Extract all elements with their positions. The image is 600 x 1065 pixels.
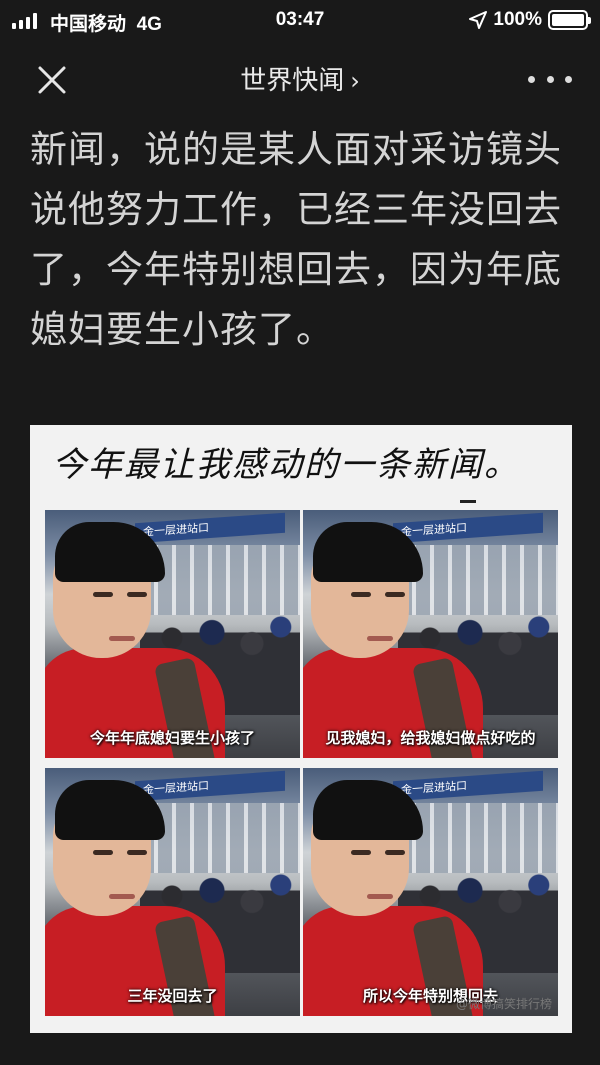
subtitle-caption: 今年年底媳妇要生小孩了 (89, 729, 255, 747)
subtitle-caption: 三年没回去了 (127, 987, 218, 1005)
subtitle-caption: 见我媳妇，给我媳妇做点好吃的 (325, 729, 536, 747)
handwritten-title: 今年最让我感动的一条新闻。 (52, 445, 520, 485)
account-title-link[interactable]: 世界快闻 › (0, 60, 600, 97)
video-frame-3: 金一层进站口 三年没回去了 (45, 768, 300, 1016)
more-dot (546, 75, 554, 83)
battery-area: 100% (469, 9, 591, 31)
video-frame-1: 金一层进站口 今年年底媳妇要生小孩了 (45, 510, 300, 758)
account-title: 世界快闻 (240, 66, 345, 96)
status-bar: 中国移动 4G 03:47 100% (0, 0, 600, 42)
battery-percent: 100% (493, 9, 542, 30)
location-arrow-icon (469, 11, 488, 29)
more-dot (528, 75, 535, 83)
interviewee (303, 768, 493, 1016)
video-frame-2: 金一层进站口 见我媳妇，给我媳妇做点好吃的 (303, 510, 558, 758)
interviewee (45, 768, 235, 1016)
interviewee (303, 510, 493, 758)
interviewee (45, 510, 235, 758)
battery-icon (548, 10, 591, 30)
news-image[interactable]: 今年最让我感动的一条新闻。 金一层进站口 今年年底媳妇要生小孩了 金一层进站口 … (30, 425, 572, 1033)
video-frame-4: 金一层进站口 所以今年特别想回去 @微博搞笑排行榜 (303, 768, 558, 1016)
weibo-watermark: @微博搞笑排行榜 (455, 997, 552, 1011)
more-button[interactable] (528, 64, 572, 94)
nav-bar: 世界快闻 › (0, 48, 600, 108)
chevron-right-icon: › (350, 67, 360, 95)
more-dot (565, 75, 572, 83)
article-paragraph: 新闻，说的是某人面对采访镜头说他努力工作，已经三年没回去了，今年特别想回去，因为… (30, 128, 562, 351)
ink-mark (460, 500, 476, 503)
